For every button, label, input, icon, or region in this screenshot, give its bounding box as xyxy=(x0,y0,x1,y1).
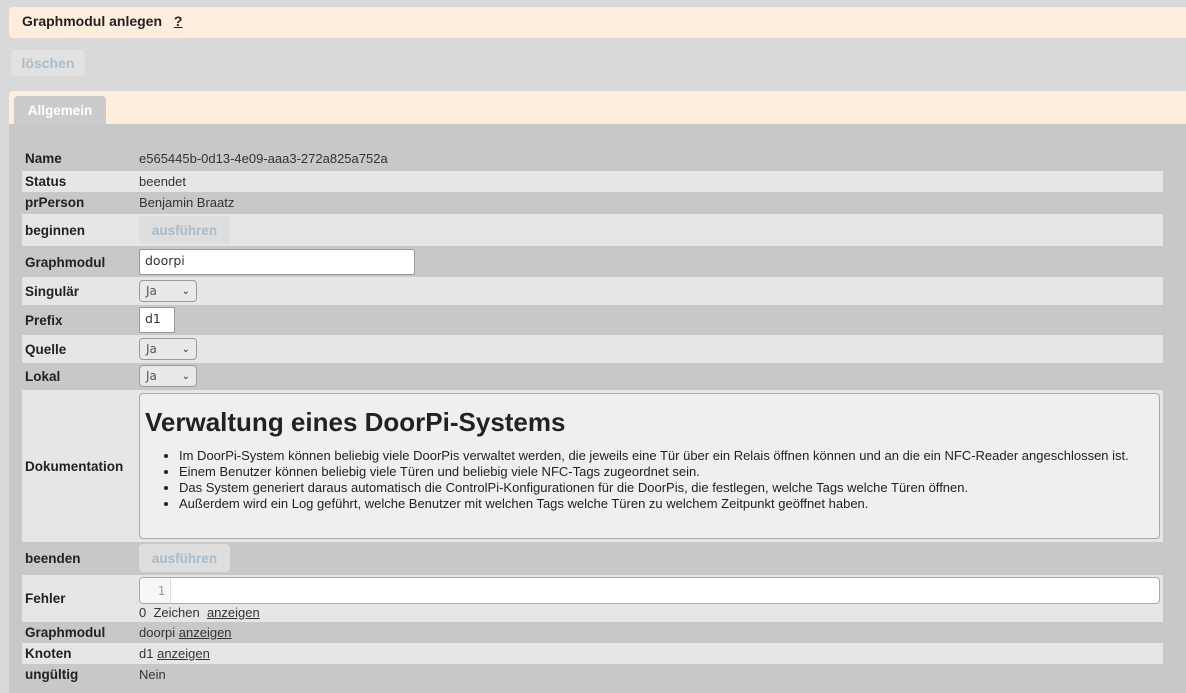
source-select-value: Ja xyxy=(146,342,157,356)
row-person: prPerson Benjamin Braatz xyxy=(22,192,1163,213)
singular-label: Singulär xyxy=(25,283,80,299)
row-end: beenden ausführen xyxy=(22,542,1163,574)
error-label: Fehler xyxy=(25,591,66,606)
invalid-label: ungültig xyxy=(25,667,79,682)
source-label: Quelle xyxy=(25,341,67,357)
graphmodul-input[interactable]: doorpi xyxy=(139,249,415,275)
documentation-item: Einem Benutzer können beliebig viele Tür… xyxy=(179,464,1154,480)
graphmodul-ref-name: doorpi xyxy=(139,625,176,640)
row-invalid: ungültig Nein xyxy=(22,664,1163,685)
row-error: Fehler 1 0 Zeichen anzeigen xyxy=(22,575,1163,622)
name-value: e565445b-0d13-4e09-aaa3-272a825a752a xyxy=(139,151,388,166)
documentation-label: Dokumentation xyxy=(25,458,124,474)
node-label: Knoten xyxy=(25,646,72,661)
row-begin: beginnen ausführen xyxy=(22,214,1163,246)
char-count: 0 xyxy=(139,605,147,620)
error-code-editor[interactable]: 1 xyxy=(139,577,1160,604)
begin-execute-button[interactable]: ausführen xyxy=(139,216,230,244)
row-name: Name e565445b-0d13-4e09-aaa3-272a825a752… xyxy=(22,148,1163,169)
row-status: Status beendet xyxy=(22,171,1163,192)
end-execute-button[interactable]: ausführen xyxy=(139,544,230,572)
graphmodul-label: Graphmodul xyxy=(25,254,106,270)
row-prefix: Prefix d1 xyxy=(22,306,1163,334)
documentation-list: Im DoorPi-System können beliebig viele D… xyxy=(145,448,1154,512)
row-node: Knoten d1 anzeigen xyxy=(22,643,1163,664)
graphmodul-ref-label: Graphmodul xyxy=(25,625,106,640)
node-value: d1 anzeigen xyxy=(139,646,210,661)
node-show-link[interactable]: anzeigen xyxy=(157,646,210,661)
chevron-down-icon: ⌄ xyxy=(181,343,190,355)
node-name: d1 xyxy=(139,646,154,661)
line-number: 1 xyxy=(140,578,171,603)
begin-label: beginnen xyxy=(25,222,85,238)
singular-select-value: Ja xyxy=(146,284,157,298)
local-label: Lokal xyxy=(25,368,61,384)
documentation-box: Verwaltung eines DoorPi-Systems Im DoorP… xyxy=(139,393,1160,539)
row-local: Lokal Ja ⌄ xyxy=(22,363,1163,389)
status-label: Status xyxy=(25,174,67,189)
graphmodul-show-link[interactable]: anzeigen xyxy=(179,625,232,640)
tab-bar: Allgemein xyxy=(9,91,1186,125)
documentation-item: Außerdem wird ein Log geführt, welche Be… xyxy=(179,496,1154,512)
error-show-link[interactable]: anzeigen xyxy=(207,605,260,620)
chevron-down-icon: ⌄ xyxy=(181,285,190,297)
documentation-heading: Verwaltung eines DoorPi-Systems xyxy=(145,407,566,437)
page-header: Graphmodul anlegen ? xyxy=(9,7,1186,38)
graphmodul-ref-value: doorpi anzeigen xyxy=(139,625,232,640)
person-value: Benjamin Braatz xyxy=(139,195,235,210)
delete-button[interactable]: löschen xyxy=(11,50,85,76)
source-select[interactable]: Ja ⌄ xyxy=(139,338,197,360)
singular-select[interactable]: Ja ⌄ xyxy=(139,280,197,302)
prefix-label: Prefix xyxy=(25,312,63,328)
char-label: Zeichen xyxy=(153,605,200,620)
help-link[interactable]: ? xyxy=(174,13,183,29)
tab-allgemein[interactable]: Allgemein xyxy=(14,96,106,125)
status-value: beendet xyxy=(139,174,186,189)
row-graphmodul-input: Graphmodul doorpi xyxy=(22,248,1163,276)
row-documentation: Dokumentation Verwaltung eines DoorPi-Sy… xyxy=(22,390,1163,542)
documentation-item: Das System generiert daraus automatisch … xyxy=(179,480,1154,496)
prefix-input[interactable]: d1 xyxy=(139,307,175,333)
error-meta: 0 Zeichen anzeigen xyxy=(139,605,1160,620)
name-label: Name xyxy=(25,151,62,166)
page-title: Graphmodul anlegen xyxy=(22,13,163,29)
invalid-value: Nein xyxy=(139,667,166,682)
end-label: beenden xyxy=(25,550,81,566)
person-label: prPerson xyxy=(25,195,85,210)
local-select-value: Ja xyxy=(146,369,157,383)
error-field: 1 0 Zeichen anzeigen xyxy=(139,577,1160,620)
chevron-down-icon: ⌄ xyxy=(181,370,190,382)
documentation-item: Im DoorPi-System können beliebig viele D… xyxy=(179,448,1154,464)
form-panel: Name e565445b-0d13-4e09-aaa3-272a825a752… xyxy=(9,124,1186,693)
row-singular: Singulär Ja ⌄ xyxy=(22,277,1163,305)
local-select[interactable]: Ja ⌄ xyxy=(139,365,197,387)
row-source: Quelle Ja ⌄ xyxy=(22,335,1163,363)
row-graphmodul-ref: Graphmodul doorpi anzeigen xyxy=(22,622,1163,643)
